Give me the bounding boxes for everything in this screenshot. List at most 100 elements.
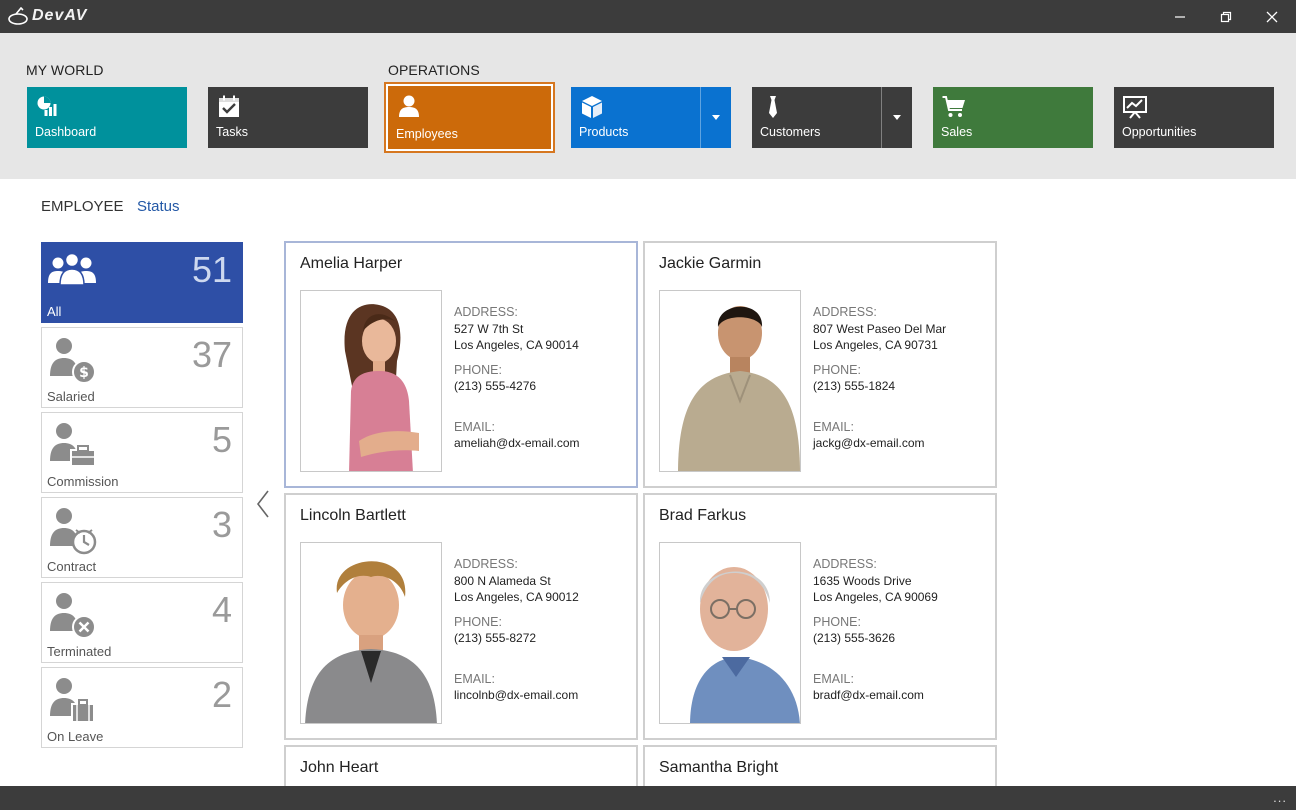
address-line-2: Los Angeles, CA 90014 (454, 338, 579, 352)
tile-label: Customers (760, 125, 821, 139)
tile-products[interactable]: Products (571, 87, 731, 148)
address-label: ADDRESS: (454, 305, 518, 319)
phone-label: PHONE: (813, 614, 861, 629)
employee-info: ADDRESS: 1635 Woods Drive Los Angeles, C… (813, 556, 938, 704)
minimize-button[interactable] (1157, 0, 1203, 33)
employee-card[interactable]: Lincoln Bartlett ADDRESS: 800 N Alameda … (284, 493, 638, 740)
phone-label: PHONE: (454, 614, 502, 629)
filter-terminated[interactable]: 4 Terminated (41, 582, 243, 663)
employee-photo (659, 290, 801, 472)
commission-icon (50, 423, 96, 467)
tasks-icon (219, 95, 239, 117)
products-dropdown-button[interactable] (700, 87, 731, 148)
chevron-down-icon (712, 115, 720, 120)
employee-card[interactable]: Brad Farkus ADDRESS: 1635 Woods Drive Lo… (643, 493, 997, 740)
box-icon (582, 96, 602, 118)
tile-employees[interactable]: Employees (384, 82, 555, 153)
close-icon (1266, 11, 1278, 22)
title-bar: DevAV (0, 0, 1296, 33)
tile-dashboard[interactable]: Dashboard (27, 87, 187, 148)
close-button[interactable] (1249, 0, 1295, 33)
tile-sales[interactable]: Sales (933, 87, 1093, 148)
restore-icon (1220, 11, 1232, 22)
phone-label: PHONE: (813, 362, 861, 377)
employee-info: ADDRESS: 800 N Alameda St Los Angeles, C… (454, 556, 579, 704)
tie-icon (769, 96, 777, 118)
phone-value: (213) 555-4276 (454, 379, 537, 393)
photo-image (301, 291, 441, 471)
email-value: lincolnb@dx-email.com (454, 688, 579, 702)
dashboard-icon (37, 96, 57, 116)
filter-count: 4 (211, 589, 232, 630)
tab-status[interactable]: Status (137, 198, 180, 215)
more-options-button[interactable]: ... (1273, 790, 1287, 805)
photo-image (301, 543, 441, 723)
employee-card[interactable]: Samantha Bright (643, 745, 997, 786)
address-label: ADDRESS: (813, 305, 877, 319)
tile-label: Sales (941, 125, 973, 139)
address-line-1: 1635 Woods Drive (813, 573, 912, 588)
filter-label: Contract (47, 559, 97, 574)
group-icon (48, 252, 96, 286)
employee-info: ADDRESS: 807 West Paseo Del Mar Los Ange… (813, 304, 946, 452)
filter-label: All (47, 304, 62, 319)
employee-name: Jackie Garmin (659, 255, 762, 272)
email-label: EMAIL: (454, 671, 495, 686)
minimize-icon (1175, 15, 1185, 18)
photo-image (660, 291, 800, 471)
email-value: bradf@dx-email.com (813, 688, 924, 702)
filter-count: 2 (211, 674, 232, 715)
address-line-1: 807 West Paseo Del Mar (813, 321, 947, 336)
tile-tasks[interactable]: Tasks (208, 87, 368, 148)
svg-text:$: $ (79, 365, 89, 381)
filter-count: 5 (211, 419, 232, 460)
tile-label: Dashboard (35, 125, 97, 139)
tile-customers[interactable]: Customers (752, 87, 912, 148)
address-line-2: Los Angeles, CA 90012 (454, 590, 579, 604)
photo-image (660, 543, 800, 723)
status-bar: ... (0, 786, 1296, 810)
tile-opportunities[interactable]: Opportunities (1114, 87, 1274, 148)
address-line-1: 527 W 7th St (454, 321, 524, 336)
employee-card[interactable]: Amelia Harper ADDRESS: 527 W 7th St Los … (284, 241, 638, 488)
filter-label: Commission (47, 474, 119, 489)
address-line-1: 800 N Alameda St (454, 573, 551, 588)
email-label: EMAIL: (454, 419, 495, 434)
navigation-ribbon: MY WORLD OPERATIONS Dashboard Tasks Empl… (0, 33, 1296, 179)
filter-on-leave[interactable]: 2 On Leave (41, 667, 243, 748)
group-label-my-world: MY WORLD (26, 62, 104, 78)
tab-employee[interactable]: EMPLOYEE (41, 198, 124, 215)
filter-contract[interactable]: 3 Contract (41, 497, 243, 578)
filter-label: Terminated (47, 644, 112, 659)
email-label: EMAIL: (813, 671, 854, 686)
employee-photo (300, 290, 442, 472)
filter-count: 3 (211, 504, 232, 545)
filter-salaried[interactable]: $ 37 Salaried (41, 327, 243, 408)
employee-name: John Heart (300, 759, 379, 776)
email-value: ameliah@dx-email.com (454, 436, 580, 450)
tile-label: Tasks (216, 125, 248, 139)
chevron-left-icon (256, 490, 269, 518)
devav-logo-icon (8, 7, 28, 25)
address-line-2: Los Angeles, CA 90069 (813, 590, 938, 604)
phone-value: (213) 555-8272 (454, 631, 537, 645)
customers-dropdown-button[interactable] (881, 87, 912, 148)
employee-name: Amelia Harper (300, 255, 403, 272)
filter-count: 37 (191, 334, 232, 375)
filter-commission[interactable]: 5 Commission (41, 412, 243, 493)
filter-all[interactable]: 51 All (41, 242, 243, 323)
tile-label: Employees (396, 127, 458, 141)
app-logo: DevAV (8, 7, 87, 25)
employee-card[interactable]: John Heart (284, 745, 638, 786)
filter-label: Salaried (47, 389, 95, 404)
restore-button[interactable] (1203, 0, 1249, 33)
previous-page-button[interactable] (255, 489, 271, 519)
terminated-icon (50, 593, 96, 639)
presentation-icon (1123, 96, 1147, 119)
employee-card[interactable]: Jackie Garmin ADDRESS: 807 West Paseo De… (643, 241, 997, 488)
address-label: ADDRESS: (454, 557, 518, 571)
tile-label: Opportunities (1122, 125, 1197, 139)
employee-info: ADDRESS: 527 W 7th St Los Angeles, CA 90… (454, 304, 580, 452)
address-line-2: Los Angeles, CA 90731 (813, 338, 938, 352)
email-label: EMAIL: (813, 419, 854, 434)
